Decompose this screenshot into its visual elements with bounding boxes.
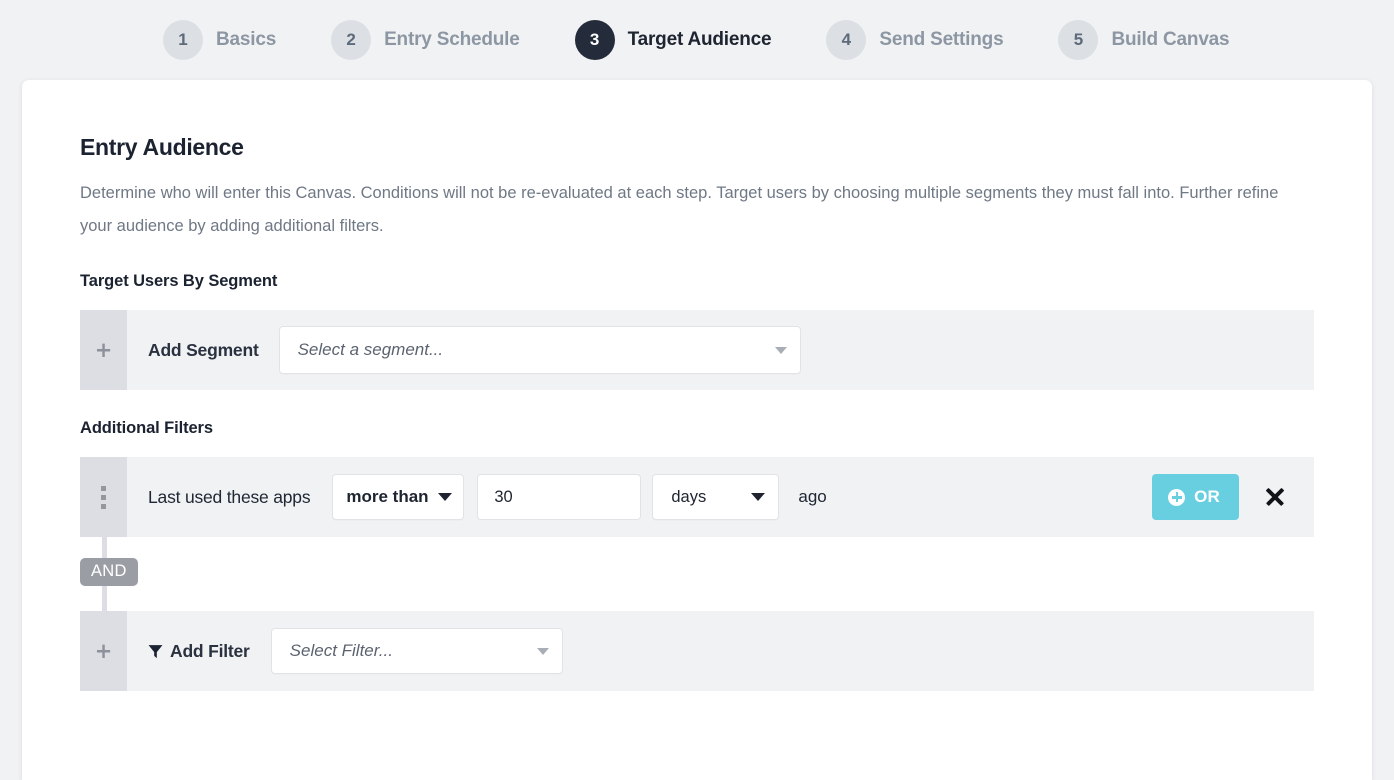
and-connector: AND <box>80 537 1314 611</box>
step-number-badge: 1 <box>163 20 203 60</box>
step-target-audience[interactable]: 3 Target Audience <box>574 20 772 60</box>
add-filter-row: + Add Filter Select Filter... <box>80 611 1314 691</box>
step-number-badge: 3 <box>574 20 615 60</box>
step-label: Build Canvas <box>1111 29 1230 50</box>
add-or-condition-label: OR <box>1194 487 1220 506</box>
page-description: Determine who will enter this Canvas. Co… <box>80 184 1279 235</box>
filter-amount-input[interactable] <box>477 474 642 520</box>
filters-section-heading: Additional Filters <box>80 419 213 437</box>
filter-operator-value: more than <box>346 487 429 506</box>
page-title: Entry Audience <box>80 134 244 160</box>
plus-icon: + <box>94 337 113 362</box>
funnel-icon <box>148 644 163 658</box>
filter-row-body: Last used these apps more than days ago … <box>127 457 1314 537</box>
filter-suffix-label: ago <box>798 487 827 506</box>
filter-unit-value: days <box>671 487 707 506</box>
add-filter-row-body: Add Filter Select Filter... <box>127 611 1314 691</box>
step-label: Entry Schedule <box>384 29 520 50</box>
chevron-down-icon <box>438 493 453 501</box>
add-segment-row: + Add Segment Select a segment... <box>80 310 1314 390</box>
step-label: Basics <box>216 29 277 50</box>
add-or-condition-button[interactable]: OR <box>1152 474 1239 520</box>
plus-circle-icon <box>1168 488 1186 506</box>
filter-select-value: Select Filter... <box>289 641 393 660</box>
add-filter-label: Add Filter <box>170 640 250 661</box>
step-send-settings[interactable]: 4 Send Settings <box>826 20 1004 60</box>
chevron-down-icon <box>536 647 549 655</box>
filter-row-actions: OR <box>1152 474 1294 520</box>
plus-icon: + <box>94 638 113 663</box>
chevron-down-icon <box>751 493 766 501</box>
wizard-stepper: 1 Basics 2 Entry Schedule 3 Target Audie… <box>0 0 1394 80</box>
add-segment-label: Add Segment <box>148 339 259 360</box>
step-label: Target Audience <box>627 29 772 50</box>
filter-row: Last used these apps more than days ago … <box>80 457 1314 537</box>
chevron-down-icon <box>774 346 787 354</box>
step-entry-schedule[interactable]: 2 Entry Schedule <box>331 20 520 60</box>
filter-drag-handle[interactable] <box>80 457 127 537</box>
add-segment-plus-button[interactable]: + <box>80 310 127 390</box>
add-filter-label-group: Add Filter <box>148 641 250 662</box>
entry-audience-card: Entry Audience Determine who will enter … <box>22 80 1372 780</box>
and-badge[interactable]: AND <box>80 558 138 586</box>
filter-unit-select[interactable]: days <box>652 474 780 520</box>
segment-select[interactable]: Select a segment... <box>278 326 801 374</box>
step-number-badge: 2 <box>331 20 372 60</box>
remove-filter-button[interactable] <box>1260 482 1290 512</box>
add-segment-row-body: Add Segment Select a segment... <box>127 310 1314 390</box>
step-basics[interactable]: 1 Basics <box>163 20 276 60</box>
filter-select[interactable]: Select Filter... <box>270 628 563 674</box>
segment-section-heading: Target Users By Segment <box>80 272 278 290</box>
add-filter-plus-button[interactable]: + <box>80 611 127 691</box>
step-label: Send Settings <box>879 29 1004 50</box>
filter-label: Last used these apps <box>148 486 311 507</box>
filter-operator-select[interactable]: more than <box>332 474 465 520</box>
drag-handle-icon <box>101 485 106 509</box>
segment-select-value: Select a segment... <box>297 340 444 359</box>
step-build-canvas[interactable]: 5 Build Canvas <box>1058 20 1230 60</box>
step-number-badge: 5 <box>1058 20 1099 60</box>
step-number-badge: 4 <box>826 20 867 60</box>
